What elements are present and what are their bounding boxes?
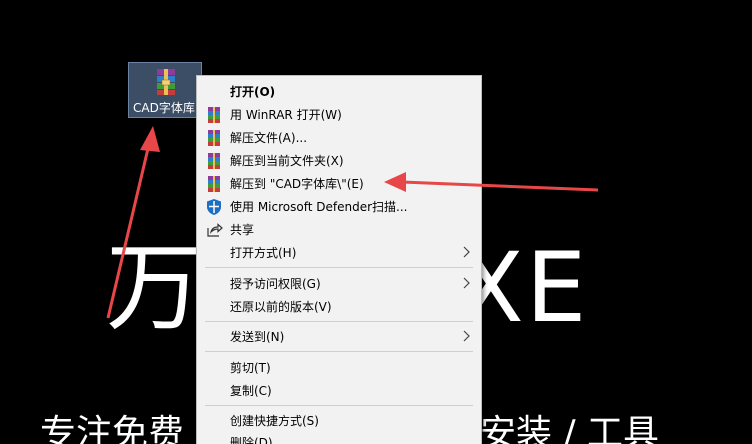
menu-item-label: 还原以前的版本(V) bbox=[230, 300, 332, 314]
menu-item-label: 删除(D) bbox=[230, 436, 273, 444]
menu-item-open-with-winrar[interactable]: 用 WinRAR 打开(W) bbox=[197, 103, 481, 126]
menu-separator bbox=[205, 405, 473, 406]
share-icon bbox=[207, 223, 223, 237]
menu-item-restore-versions[interactable]: 还原以前的版本(V) bbox=[197, 295, 481, 318]
menu-item-open-with[interactable]: 打开方式(H) bbox=[197, 241, 481, 264]
chevron-right-icon bbox=[463, 246, 470, 258]
desktop-file-cad-font-library[interactable]: CAD字体库 bbox=[128, 62, 202, 118]
menu-item-label: 共享 bbox=[230, 223, 255, 237]
menu-item-label: 剪切(T) bbox=[230, 361, 271, 375]
menu-item-extract-to-folder[interactable]: 解压到 "CAD字体库\"(E) bbox=[197, 172, 481, 195]
winrar-archive-icon bbox=[157, 69, 175, 95]
background-subtitle-left: 专注免费 bbox=[40, 413, 185, 444]
menu-item-label: 解压到 "CAD字体库\"(E) bbox=[230, 177, 364, 191]
menu-item-give-access[interactable]: 授予访问权限(G) bbox=[197, 272, 481, 295]
menu-item-create-shortcut[interactable]: 创建快捷方式(S) bbox=[197, 409, 481, 432]
menu-separator bbox=[205, 321, 473, 322]
background-title-left: 万 bbox=[106, 232, 204, 344]
winrar-icon bbox=[208, 176, 220, 192]
menu-item-extract-here[interactable]: 解压到当前文件夹(X) bbox=[197, 149, 481, 172]
menu-item-send-to[interactable]: 发送到(N) bbox=[197, 325, 481, 348]
menu-item-label: 授予访问权限(G) bbox=[230, 277, 321, 291]
menu-item-defender-scan[interactable]: 使用 Microsoft Defender扫描... bbox=[197, 195, 481, 218]
desktop: 万 XE 专注免费 安装 / 工具 CAD字体库 打开(O) 用 WinRAR … bbox=[0, 0, 752, 444]
menu-separator bbox=[205, 351, 473, 352]
chevron-right-icon bbox=[463, 330, 470, 342]
winrar-icon bbox=[208, 130, 220, 146]
menu-item-copy[interactable]: 复制(C) bbox=[197, 379, 481, 402]
menu-item-label: 打开(O) bbox=[230, 85, 276, 99]
desktop-file-label: CAD字体库 bbox=[133, 101, 195, 115]
menu-item-label: 解压文件(A)... bbox=[230, 131, 308, 145]
menu-item-cut[interactable]: 剪切(T) bbox=[197, 356, 481, 379]
background-subtitle-right: 安装 / 工具 bbox=[480, 413, 660, 444]
winrar-icon bbox=[208, 153, 220, 169]
menu-item-label: 发送到(N) bbox=[230, 330, 285, 344]
menu-item-share[interactable]: 共享 bbox=[197, 218, 481, 241]
menu-item-label: 打开方式(H) bbox=[230, 246, 297, 260]
menu-item-label: 用 WinRAR 打开(W) bbox=[230, 108, 342, 122]
defender-shield-icon bbox=[207, 199, 221, 215]
menu-item-label: 使用 Microsoft Defender扫描... bbox=[230, 200, 408, 214]
menu-item-delete[interactable]: 删除(D) bbox=[197, 431, 481, 444]
winrar-icon bbox=[208, 107, 220, 123]
menu-item-extract-files[interactable]: 解压文件(A)... bbox=[197, 126, 481, 149]
context-menu: 打开(O) 用 WinRAR 打开(W) 解压文件(A)... 解压到当前文件夹… bbox=[196, 75, 482, 444]
menu-item-label: 复制(C) bbox=[230, 384, 272, 398]
chevron-right-icon bbox=[463, 277, 470, 289]
menu-item-label: 解压到当前文件夹(X) bbox=[230, 154, 344, 168]
menu-separator bbox=[205, 267, 473, 268]
menu-item-open[interactable]: 打开(O) bbox=[197, 80, 481, 103]
menu-item-label: 创建快捷方式(S) bbox=[230, 414, 319, 428]
